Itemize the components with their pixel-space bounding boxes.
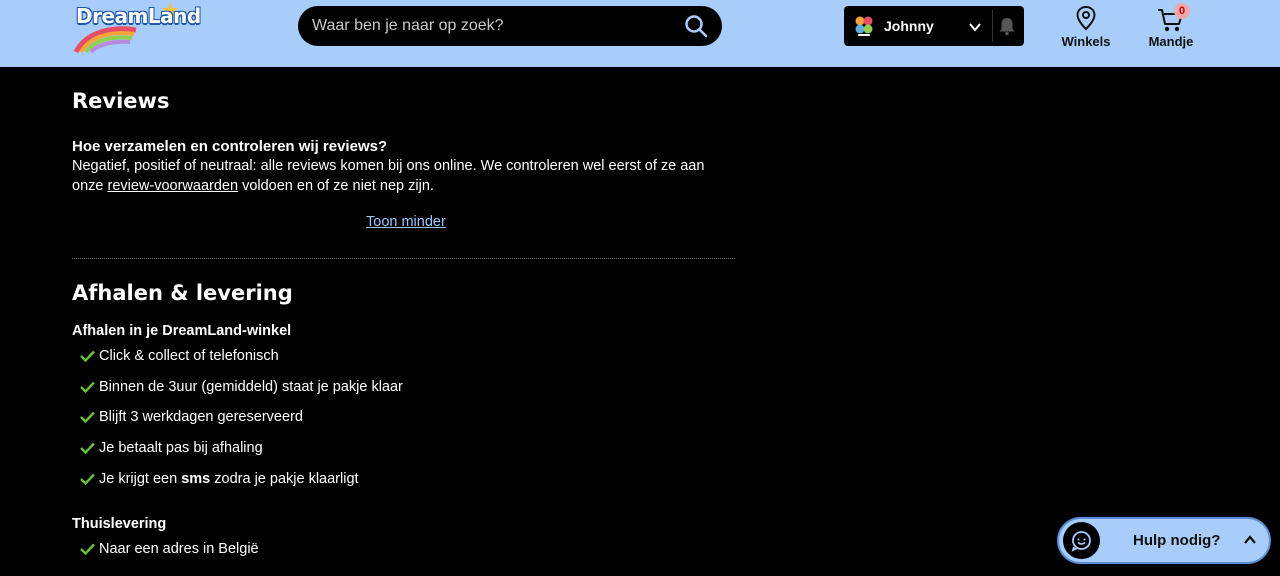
list-item: Binnen de 3uur (gemiddeld) staat je pakj… [80,379,403,410]
list-item: Click & collect of telefonisch [80,348,403,379]
list-item: Je krijgt een sms zodra je pakje klaarli… [80,471,403,502]
check-icon [80,442,95,455]
check-icon [80,381,95,393]
home-delivery-list: Naar een adres in België [80,541,259,572]
bell-icon[interactable] [998,16,1016,36]
location-pin-icon [1076,5,1096,31]
show-less-link[interactable]: Toon minder [366,214,446,230]
list-item-text: Je betaalt pas bij afhaling [99,440,263,457]
user-name: Johnny [884,18,934,34]
user-avatar-icon [855,16,873,36]
text-part: zodra je pakje klaarligt [210,470,359,487]
review-terms-link[interactable]: review-voorwaarden [107,178,238,194]
search-bar [298,6,722,46]
home-delivery-subtitle: Thuislevering [72,516,167,532]
pickup-subtitle: Afhalen in je DreamLand-winkel [72,323,292,339]
chat-icon [1063,522,1100,559]
delivery-heading: Afhalen & levering [72,281,293,305]
check-icon [80,412,95,424]
list-item-text: Naar een adres in België [99,541,259,557]
nav-stores-label: Winkels [1061,34,1111,49]
list-item: Naar een adres in België [80,541,259,572]
reviews-question: Hoe verzamelen en controleren wij review… [72,138,388,155]
divider [992,10,993,42]
list-item-text: Je krijgt een sms zodra je pakje klaarli… [99,471,359,487]
reviews-explanation: Negatief, positief of neutraal: alle rev… [72,156,735,196]
text-part: Je krijgt een [99,470,182,487]
chevron-down-icon[interactable] [968,20,982,34]
text-bold-part: sms [181,470,211,487]
nav-cart-label: Mandje [1148,34,1194,49]
list-item: Je betaalt pas bij afhaling [80,440,403,471]
cart-count-badge: 0 [1174,3,1190,19]
list-item-text: Binnen de 3uur (gemiddeld) staat je pakj… [99,378,403,395]
list-item: Blijft 3 werkdagen gereserveerd [80,409,403,440]
list-item-text: Blijft 3 werkdagen gereserveerd [99,409,303,426]
chevron-up-icon[interactable] [1243,534,1257,546]
logo-text: DreamLand [76,4,201,28]
reviews-heading: Reviews [72,89,170,113]
section-divider [72,258,735,259]
search-input[interactable] [312,15,662,37]
check-icon [80,473,95,485]
check-icon [80,543,95,555]
pickup-benefits-list: Click & collect of telefonisch Binnen de… [80,348,403,501]
nav-stores[interactable]: Winkels [1056,4,1116,52]
help-chat-widget[interactable]: Hulp nodig? [1057,517,1271,564]
reviews-text-after: voldoen en of ze niet nep zijn. [238,178,434,194]
help-label: Hulp nodig? [1133,532,1221,549]
user-account-menu[interactable]: Johnny [844,6,1024,46]
check-icon [80,350,95,362]
dreamland-logo[interactable]: DreamLand [72,0,201,54]
search-icon[interactable] [684,14,708,38]
nav-cart[interactable]: 0 Mandje [1141,3,1201,52]
list-item-text: Click & collect of telefonisch [99,348,279,364]
top-header: DreamLand Johnny Winkels [0,0,1280,67]
